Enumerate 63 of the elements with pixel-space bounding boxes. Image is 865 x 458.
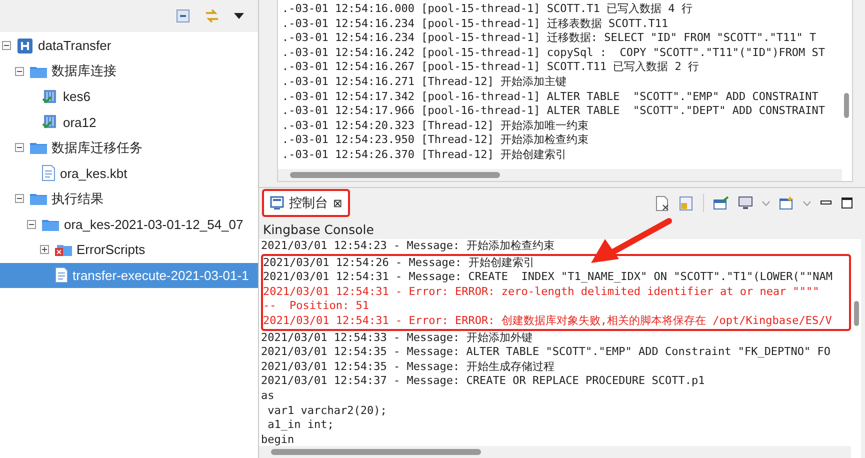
tree-item[interactable]: dataTransfer <box>0 33 258 58</box>
pin-window-icon[interactable] <box>713 196 729 210</box>
expander-icon[interactable] <box>14 194 24 204</box>
log-line: .-03-01 12:54:16.242 [pool-15-thread-1] copySql : COPY "SCOTT"."T11"("ID")FROM ST <box>282 46 826 60</box>
monitor-icon <box>270 196 284 210</box>
log-line: .-03-01 12:54:17.966 [pool-16-thread-1] ALTER TABLE "SCOTT"."DEPT" ADD CONSTRAINT <box>282 104 826 119</box>
tree-item[interactable]: 数据库迁移任务 <box>0 135 258 160</box>
log-line: .-03-01 12:54:26.370 [Thread-12] 开始创建索引 <box>282 148 568 163</box>
document-icon <box>54 267 68 284</box>
console-line: 2021/03/01 12:54:31 - Error: ERROR: zero-length delimited identifier at or near """" <box>263 284 820 300</box>
log-line: .-03-01 12:54:16.271 [Thread-12] 开始添加主键 <box>282 74 568 90</box>
console-tab[interactable]: 控制台 ⊠ <box>262 189 350 217</box>
tree-item[interactable]: 数据库连接 <box>0 58 258 84</box>
expander-icon[interactable] <box>14 66 24 76</box>
display-console-icon[interactable] <box>738 196 753 210</box>
scrollbar[interactable] <box>278 169 842 181</box>
expander-icon[interactable] <box>27 220 36 229</box>
log-line: .-03-01 12:54:20.323 [Thread-12] 开始添加唯一约束 <box>282 118 590 134</box>
console-line: begin <box>261 432 296 448</box>
tree-item[interactable]: ora12 <box>0 110 258 135</box>
tree-item[interactable]: ErrorScripts <box>0 237 258 262</box>
console-title: Kingbase Console <box>262 221 375 239</box>
console-line: -- Position: 51 <box>263 299 370 314</box>
log-line: .-03-01 12:54:16.234 [pool-15-thread-1] 迁移数据: SELECT "ID" FROM "SCOTT"."T11" T <box>282 31 818 46</box>
console-line: 2021/03/01 12:54:37 - Message: CREATE OR REPLACE PROCEDURE SCOTT.p1 <box>261 374 706 389</box>
log-line: .-03-01 12:54:16.267 [pool-15-thread-1] SCOTT.T11 已写入数据 2 行 <box>282 60 700 75</box>
folder-icon <box>30 192 46 206</box>
console-line: 2021/03/01 12:54:33 - Message: 开始添加外键 <box>261 330 534 346</box>
maximize-icon[interactable] <box>841 197 853 209</box>
new-console-icon[interactable] <box>779 196 794 210</box>
tree-item[interactable]: 执行结果 <box>0 186 258 212</box>
console-line: 2021/03/01 12:54:35 - Message: 开始生成存储过程 <box>261 360 556 374</box>
console-line: 2021/03/01 12:54:35 - Message: ALTER TABLE "SCOTT"."EMP" ADD Constraint "FK_DEPTNO" FO <box>261 345 832 360</box>
folder-icon <box>30 64 46 78</box>
log-line: .-03-01 12:54:16.000 [pool-15-thread-1] SCOTT.T1 已写入数据 4 行 <box>282 2 694 17</box>
database-check-icon <box>42 114 58 130</box>
tree-item[interactable]: ora_kes.kbt <box>0 160 258 186</box>
log-line: .-03-01 12:54:16.234 [pool-15-thread-1] 迁移表数据 SCOTT.T11 <box>282 16 670 32</box>
error-folder-icon <box>54 243 72 256</box>
console-line: as <box>261 388 276 404</box>
collapse-all-icon[interactable] <box>176 9 190 23</box>
expander-icon[interactable] <box>2 41 11 50</box>
lock-document-icon[interactable] <box>679 196 694 210</box>
folder-icon <box>30 141 46 154</box>
console-line: a1_in int; <box>266 418 335 433</box>
console-line: 2021/03/01 12:54:26 - Message: 开始创建索引 <box>263 256 536 270</box>
project-icon <box>17 38 33 54</box>
console-line: 2021/03/01 12:54:23 - Message: 开始添加检查约束 <box>261 239 556 254</box>
console-line: 2021/03/01 12:54:31 - Error: ERROR: 创建数据库对象失败,相关的脚本将保存在 /opt/Kingbase/ES/V <box>263 314 833 329</box>
expander-icon[interactable] <box>40 245 48 254</box>
clear-console-icon[interactable] <box>655 196 670 210</box>
database-check-icon <box>42 88 58 105</box>
tree-item[interactable]: ora_kes-2021-03-01-12_54_07 <box>0 212 258 237</box>
console-line: var1 varchar2(20); <box>266 404 388 418</box>
document-icon <box>42 165 55 182</box>
folder-icon <box>42 218 59 231</box>
expander-icon[interactable] <box>14 143 24 152</box>
tree-item[interactable]: kes6 <box>0 84 258 110</box>
log-line: .-03-01 12:54:17.342 [pool-16-thread-1] ALTER TABLE "SCOTT"."EMP" ADD CONSTRAINT <box>282 90 820 104</box>
log-line: .-03-01 12:54:23.950 [Thread-12] 开始添加检查约束 <box>282 133 590 148</box>
scrollbar[interactable] <box>259 446 851 458</box>
dropdown-icon[interactable] <box>234 13 244 19</box>
console-line: 2021/03/01 12:54:31 - Message: CREATE INDEX "T1_NAME_IDX" ON "SCOTT"."T1"(LOWER(""NAM <box>263 270 834 285</box>
